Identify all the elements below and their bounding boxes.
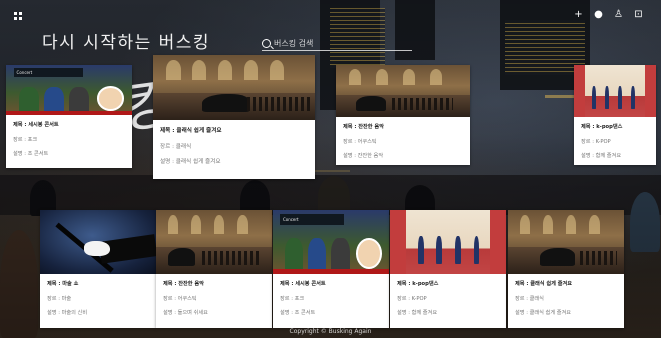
card-genre: 장르 : K-POP — [581, 139, 611, 145]
card-description: 설명 : 들으며 쉬세요 — [163, 310, 208, 316]
site-title: 다시 시작하는 버스킹 — [42, 33, 211, 53]
card-title: 제목 : 세시봉 콘서트 — [13, 122, 59, 128]
card-title: 제목 : 잔잔한 음악 — [343, 124, 384, 130]
busking-card[interactable]: 제목 : 마술 쇼 장르 : 마술 설명 : 마술의 신비 — [40, 210, 156, 328]
card-genre: 장르 : 클래식 — [515, 296, 544, 302]
card-title: 제목 : 잔잔한 음악 — [163, 281, 204, 287]
busking-card[interactable]: 제목 : 잔잔한 음악 장르 : 어쿠스틱 설명 : 잔잔한 음악 — [336, 65, 470, 165]
card-thumbnail — [390, 210, 506, 274]
lock-icon[interactable]: ⊡ — [634, 10, 643, 20]
card-thumbnail — [156, 210, 272, 274]
card-description: 설명 : 함께 즐겨요 — [397, 310, 438, 316]
card-description: 설명 : 마술의 신비 — [47, 310, 88, 316]
user-icon[interactable]: ♙ — [614, 10, 623, 20]
card-thumbnail: Concert — [6, 65, 132, 115]
card-genre: 장르 : 어쿠스틱 — [343, 139, 377, 145]
busking-card[interactable]: 제목 : 클래식 쉽게 즐겨요 장르 : 클래식 설명 : 클래식 쉽게 즐겨요 — [508, 210, 624, 328]
card-description: 설명 : 조 콘서트 — [13, 151, 49, 157]
card-title: 제목 : 클래식 쉽게 즐겨요 — [515, 281, 573, 287]
card-genre: 장르 : 마술 — [47, 296, 72, 302]
card-description: 설명 : 함께 즐겨요 — [581, 153, 622, 159]
card-thumbnail — [153, 55, 315, 120]
busking-card[interactable]: Concert 제목 : 세시봉 콘서트 장르 : 포크 설명 : 조 콘서트 — [273, 210, 389, 328]
busking-card[interactable]: 제목 : 클래식 쉽게 즐겨요 장르 : 클래식 설명 : 클래식 쉽게 즐겨요 — [153, 55, 315, 179]
card-genre: 장르 : 포크 — [13, 137, 38, 143]
card-thumbnail — [508, 210, 624, 274]
card-genre: 장르 : 클래식 — [160, 144, 192, 150]
footer-copyright: Copyright © Busking Again — [289, 328, 372, 335]
card-description: 설명 : 클래식 쉽게 즐겨요 — [515, 310, 572, 316]
card-description: 설명 : 클래식 쉽게 즐겨요 — [160, 159, 221, 165]
bell-icon[interactable]: ● — [594, 10, 603, 20]
search-bar[interactable] — [262, 36, 412, 51]
card-title: 제목 : 세시봉 콘서트 — [280, 281, 326, 287]
card-title: 제목 : 마술 쇼 — [47, 281, 79, 287]
card-genre: 장르 : K-POP — [397, 296, 427, 302]
card-thumbnail: Concert — [273, 210, 389, 274]
card-thumbnail — [336, 65, 470, 117]
busking-card[interactable]: 제목 : k-pop댄스 장르 : K-POP 설명 : 함께 즐겨요 — [574, 65, 656, 165]
menu-grid-icon[interactable] — [14, 12, 22, 20]
busking-card[interactable]: Concert 제목 : 세시봉 콘서트 장르 : 포크 설명 : 조 콘서트 — [6, 65, 132, 168]
search-input[interactable] — [274, 38, 404, 48]
card-description: 설명 : 조 콘서트 — [280, 310, 316, 316]
header-icons: + ● ♙ ⊡ — [574, 10, 643, 20]
card-description: 설명 : 잔잔한 음악 — [343, 153, 384, 159]
card-thumbnail — [574, 65, 656, 117]
card-title: 제목 : k-pop댄스 — [397, 281, 439, 287]
search-icon[interactable] — [262, 38, 271, 48]
card-title: 제목 : 클래식 쉽게 즐겨요 — [160, 128, 222, 134]
busking-card[interactable]: 제목 : k-pop댄스 장르 : K-POP 설명 : 함께 즐겨요 — [390, 210, 506, 328]
card-genre: 장르 : 포크 — [280, 296, 305, 302]
plus-icon[interactable]: + — [574, 10, 583, 20]
busking-card[interactable]: 제목 : 잔잔한 음악 장르 : 어쿠스틱 설명 : 들으며 쉬세요 — [156, 210, 272, 328]
card-genre: 장르 : 어쿠스틱 — [163, 296, 197, 302]
card-thumbnail — [40, 210, 156, 274]
card-title: 제목 : k-pop댄스 — [581, 124, 623, 130]
